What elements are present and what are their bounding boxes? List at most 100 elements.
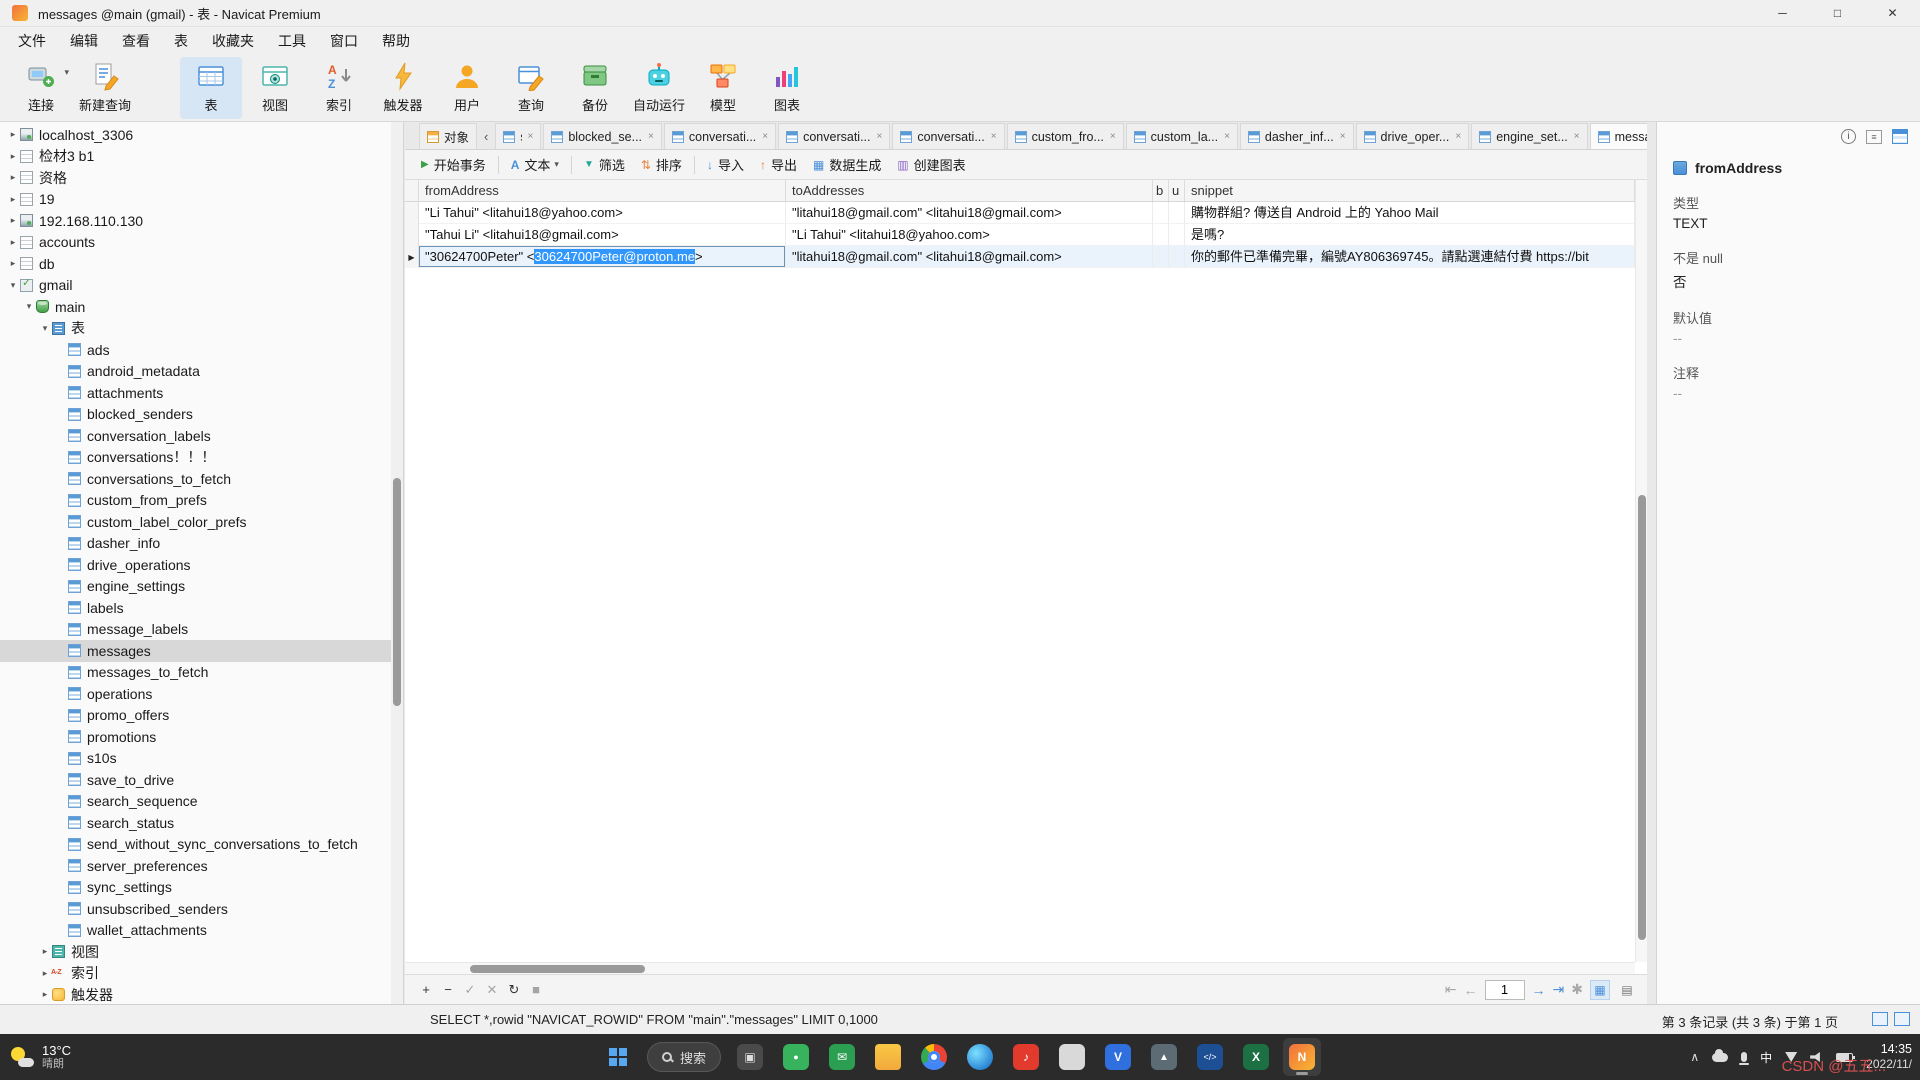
new-query-button[interactable]: 新建查询 — [74, 57, 136, 119]
column-header-b[interactable]: b — [1153, 180, 1169, 201]
close-tab-icon[interactable]: × — [762, 131, 768, 142]
microphone-icon[interactable] — [1741, 1052, 1747, 1062]
previous-page-button[interactable]: ← — [1464, 982, 1478, 998]
tree-item[interactable]: ▾ 表 — [0, 318, 391, 340]
begin-transaction-button[interactable]: 开始事务 — [413, 153, 494, 177]
minimize-button[interactable]: ─ — [1755, 0, 1810, 26]
tree-item[interactable]: messages — [0, 640, 391, 662]
tree-item[interactable]: ▸ 触发器 — [0, 984, 391, 1004]
first-page-button[interactable]: ⇤ — [1445, 981, 1457, 998]
tree-item[interactable]: ▾ main — [0, 296, 391, 318]
info-icon[interactable]: i — [1841, 129, 1856, 144]
tree-item[interactable]: save_to_drive — [0, 769, 391, 791]
tables-button[interactable]: 表 — [180, 57, 242, 119]
maximize-button[interactable]: □ — [1810, 0, 1865, 26]
tree-item[interactable]: promo_offers — [0, 705, 391, 727]
tab-custom-label-color-prefs[interactable]: custom_la... × — [1126, 123, 1238, 149]
close-button[interactable]: ✕ — [1865, 0, 1920, 26]
cell-toAddresses[interactable]: "litahui18@gmail.com" <litahui18@gmail.c… — [786, 246, 1153, 268]
cell-u[interactable] — [1169, 202, 1185, 224]
tree-item[interactable]: unsubscribed_senders — [0, 898, 391, 920]
onedrive-cloud-icon[interactable] — [1712, 1053, 1728, 1062]
close-tab-icon[interactable]: × — [1340, 131, 1346, 142]
discard-changes-button[interactable]: ✕ — [481, 982, 503, 998]
cell-u[interactable] — [1169, 224, 1185, 246]
expand-arrow-icon[interactable]: ▾ — [38, 323, 52, 334]
tree-item[interactable]: message_labels — [0, 619, 391, 641]
scrollbar-thumb[interactable] — [470, 965, 645, 973]
taskbar-search[interactable]: 搜索 — [647, 1042, 721, 1072]
cell-snippet[interactable]: 是嗎? — [1185, 224, 1635, 246]
tree-item[interactable]: conversation_labels — [0, 425, 391, 447]
chevron-down-icon[interactable]: ▾ — [554, 159, 559, 170]
last-page-button[interactable]: ⇥ — [1553, 981, 1565, 998]
tab-blocked-senders[interactable]: blocked_se... × — [543, 123, 662, 149]
taskbar-app-v[interactable]: V — [1099, 1038, 1137, 1076]
tree-item[interactable]: android_metadata — [0, 361, 391, 383]
weather-widget[interactable]: 13°C 晴朗 — [10, 1034, 71, 1080]
volume-icon[interactable] — [1810, 1052, 1823, 1063]
delete-record-button[interactable]: − — [437, 982, 459, 997]
menu-item[interactable]: 文件 — [6, 27, 58, 54]
tree-item[interactable]: custom_from_prefs — [0, 490, 391, 512]
battery-icon[interactable] — [1836, 1053, 1853, 1062]
tree-item[interactable]: ▸ 检材3 b1 — [0, 146, 391, 168]
export-button[interactable]: 导出 — [752, 153, 805, 177]
tree-item[interactable]: search_sequence — [0, 791, 391, 813]
chevron-down-icon[interactable]: ▾ — [64, 67, 69, 78]
tree-item[interactable]: labels — [0, 597, 391, 619]
tree-item[interactable]: operations — [0, 683, 391, 705]
cell-b[interactable] — [1153, 224, 1169, 246]
cell-u[interactable] — [1169, 246, 1185, 268]
tree-item[interactable]: messages_to_fetch — [0, 662, 391, 684]
connection-button[interactable]: 连接 ▾ — [10, 57, 72, 119]
tree-item[interactable]: ▾ gmail — [0, 275, 391, 297]
start-button[interactable] — [599, 1038, 637, 1076]
data-generation-button[interactable]: 数据生成 — [805, 153, 889, 177]
tab-custom-from-prefs[interactable]: custom_fro... × — [1007, 123, 1124, 149]
sort-button[interactable]: 排序 — [633, 153, 690, 177]
expand-arrow-icon[interactable]: ▸ — [6, 151, 20, 162]
close-tab-icon[interactable]: × — [1574, 131, 1580, 142]
cell-snippet[interactable]: 你的郵件已準備完畢，編號AY806369745。請點選連結付費 https://… — [1185, 246, 1635, 268]
menu-item[interactable]: 帮助 — [370, 27, 422, 54]
close-tab-icon[interactable]: × — [1224, 131, 1230, 142]
menu-item[interactable]: 查看 — [110, 27, 162, 54]
stop-button[interactable]: ■ — [525, 982, 547, 997]
form-view-toggle[interactable]: ▤ — [1617, 980, 1637, 1000]
tree-item[interactable]: s10s — [0, 748, 391, 770]
expand-arrow-icon[interactable]: ▸ — [6, 258, 20, 269]
query-button[interactable]: 查询 — [500, 57, 562, 119]
text-view-button[interactable]: 文本 ▾ — [503, 153, 567, 177]
cell-b[interactable] — [1153, 246, 1169, 268]
tree-item[interactable]: ▸ 视图 — [0, 941, 391, 963]
taskbar-app-chat[interactable]: ● — [777, 1038, 815, 1076]
close-tab-icon[interactable]: × — [877, 131, 883, 142]
expand-arrow-icon[interactable]: ▸ — [6, 237, 20, 248]
tree-item[interactable]: server_preferences — [0, 855, 391, 877]
tree-item[interactable]: send_without_sync_conversations_to_fetch — [0, 834, 391, 856]
cell-snippet[interactable]: 購物群組? 傳送自 Android 上的 Yahoo Mail — [1185, 202, 1635, 224]
grid-view-toggle[interactable]: ▦ — [1590, 980, 1610, 1000]
statusbar-grid-icon[interactable] — [1872, 1012, 1888, 1026]
tree-item[interactable]: engine_settings — [0, 576, 391, 598]
next-page-button[interactable]: → — [1532, 982, 1546, 998]
menu-item[interactable]: 工具 — [266, 27, 318, 54]
tab-conversation-labels[interactable]: conversati... × — [664, 123, 776, 149]
tree-vertical-scrollbar[interactable] — [391, 122, 403, 1004]
grid-horizontal-scrollbar[interactable] — [405, 962, 1635, 974]
taskbar-app-navicat[interactable]: N — [1283, 1038, 1321, 1076]
tree-item[interactable]: ▸ 192.168.110.130 — [0, 210, 391, 232]
close-tab-icon[interactable]: × — [1455, 131, 1461, 142]
tree-item[interactable]: sync_settings — [0, 877, 391, 899]
refresh-button[interactable]: ↻ — [503, 982, 525, 998]
tree-item[interactable]: custom_label_color_prefs — [0, 511, 391, 533]
taskbar-app-excel[interactable]: X — [1237, 1038, 1275, 1076]
grid-vertical-scrollbar[interactable] — [1635, 180, 1647, 962]
taskbar-app-music[interactable]: ♪ — [1007, 1038, 1045, 1076]
tab-engine-settings[interactable]: engine_set... × — [1471, 123, 1587, 149]
statusbar-form-icon[interactable] — [1894, 1012, 1910, 1026]
backup-button[interactable]: 备份 — [564, 57, 626, 119]
cell-toAddresses[interactable]: "litahui18@gmail.com" <litahui18@gmail.c… — [786, 202, 1153, 224]
tree-item[interactable]: ▸ db — [0, 253, 391, 275]
